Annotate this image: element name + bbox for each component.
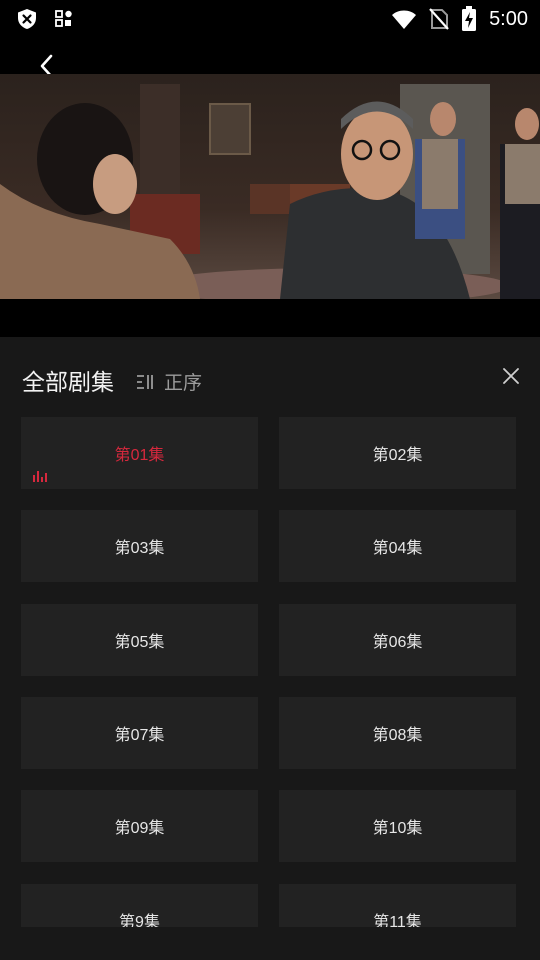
episode-item[interactable]: 第09集 <box>21 790 258 862</box>
episode-item[interactable]: 第9集 <box>21 884 258 927</box>
episode-item[interactable]: 第01集 <box>21 417 258 489</box>
episode-label: 第04集 <box>372 540 423 557</box>
top-bar <box>0 36 540 78</box>
episode-label: 第02集 <box>372 447 423 464</box>
status-bar: 5:00 <box>0 0 540 36</box>
episode-panel: 全部剧集 正序 第01集 第02集 第03集 第04集 第05集 第06集 第0… <box>0 337 540 960</box>
episode-label: 第9集 <box>119 914 160 927</box>
episode-item[interactable]: 第07集 <box>21 697 258 769</box>
battery-charging-icon <box>461 6 477 32</box>
episode-label: 第08集 <box>372 727 423 744</box>
episode-item[interactable]: 第03集 <box>21 510 258 582</box>
episode-label: 第11集 <box>373 914 422 927</box>
episode-label: 第10集 <box>372 820 423 837</box>
sort-toggle[interactable]: 正序 <box>136 368 202 395</box>
no-sim-icon <box>429 7 449 31</box>
episode-item[interactable]: 第08集 <box>279 697 516 769</box>
episode-item[interactable]: 第10集 <box>279 790 516 862</box>
episode-label: 第07集 <box>114 727 165 744</box>
episode-item[interactable]: 第05集 <box>21 604 258 676</box>
shield-x-icon <box>16 8 38 30</box>
episode-item[interactable]: 第11集 <box>279 884 516 927</box>
close-icon[interactable] <box>500 365 522 387</box>
video-frame <box>0 74 540 299</box>
episode-item[interactable]: 第04集 <box>279 510 516 582</box>
episode-label: 第09集 <box>114 820 165 837</box>
video-bottom-bar <box>0 299 540 337</box>
panel-title: 全部剧集 <box>22 369 114 395</box>
episode-label: 第05集 <box>114 634 165 651</box>
video-player[interactable] <box>0 74 540 299</box>
episode-grid: 第01集 第02集 第03集 第04集 第05集 第06集 第07集 第08集 … <box>21 417 517 927</box>
episode-label: 第03集 <box>114 540 165 557</box>
episode-label: 第06集 <box>372 634 423 651</box>
now-playing-icon <box>33 471 47 482</box>
episode-item[interactable]: 第02集 <box>279 417 516 489</box>
app-grid-icon <box>54 8 74 30</box>
sort-label: 正序 <box>164 373 203 394</box>
panel-header: 全部剧集 正序 <box>0 337 540 417</box>
wifi-icon <box>391 8 417 30</box>
episode-item[interactable]: 第06集 <box>279 604 516 676</box>
clock: 5:00 <box>489 7 528 30</box>
episode-label: 第01集 <box>114 447 165 464</box>
sort-order-icon <box>136 373 154 391</box>
